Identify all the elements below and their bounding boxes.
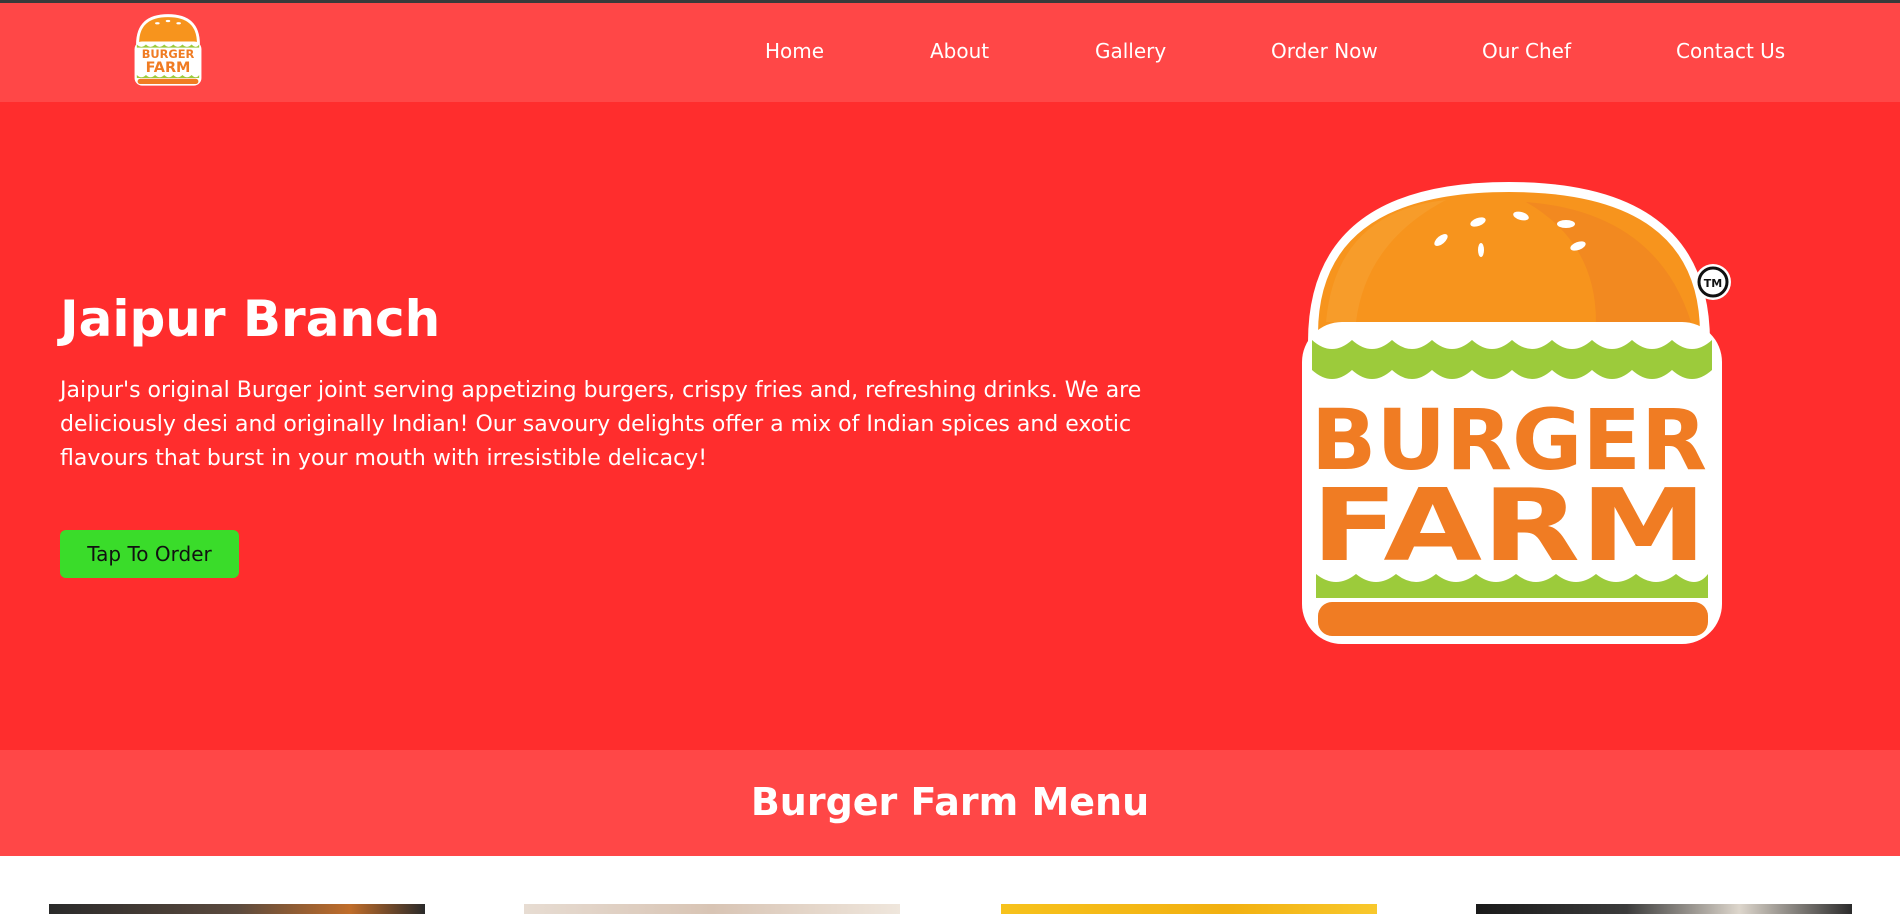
menu-section-header: Burger Farm Menu: [0, 750, 1900, 856]
hero-description: Jaipur's original Burger joint serving a…: [60, 378, 1142, 471]
nav-link-order-now[interactable]: Order Now: [1271, 39, 1378, 63]
menu-title: Burger Farm Menu: [750, 780, 1150, 824]
menu-card-image[interactable]: [1476, 904, 1852, 914]
menu-card-image[interactable]: [49, 904, 425, 914]
svg-text:FARM: FARM: [1311, 467, 1707, 584]
hero-section: Jaipur Branch Jaipur's original Burger j…: [0, 102, 1900, 750]
trademark-symbol: TM: [1704, 277, 1722, 290]
menu-cards: [0, 856, 1900, 914]
nav-link-our-chef[interactable]: Our Chef: [1482, 39, 1571, 63]
burger-farm-hero-logo: TM BURGER FARM: [1302, 182, 1731, 644]
nav-link-home[interactable]: Home: [765, 39, 824, 63]
nav-link-contact-us[interactable]: Contact Us: [1676, 39, 1785, 63]
tap-to-order-button[interactable]: Tap To Order: [60, 530, 239, 578]
nav-link-about[interactable]: About: [930, 39, 989, 63]
nav-menu: Home About Gallery Order Now Our Chef Co…: [0, 3, 1900, 102]
navbar: BURGER FARM Home About Gallery Order Now…: [0, 3, 1900, 102]
hero-title: Jaipur Branch: [60, 290, 441, 348]
menu-card-image[interactable]: [1001, 904, 1377, 914]
menu-card-image[interactable]: [524, 904, 900, 914]
nav-link-gallery[interactable]: Gallery: [1095, 39, 1166, 63]
